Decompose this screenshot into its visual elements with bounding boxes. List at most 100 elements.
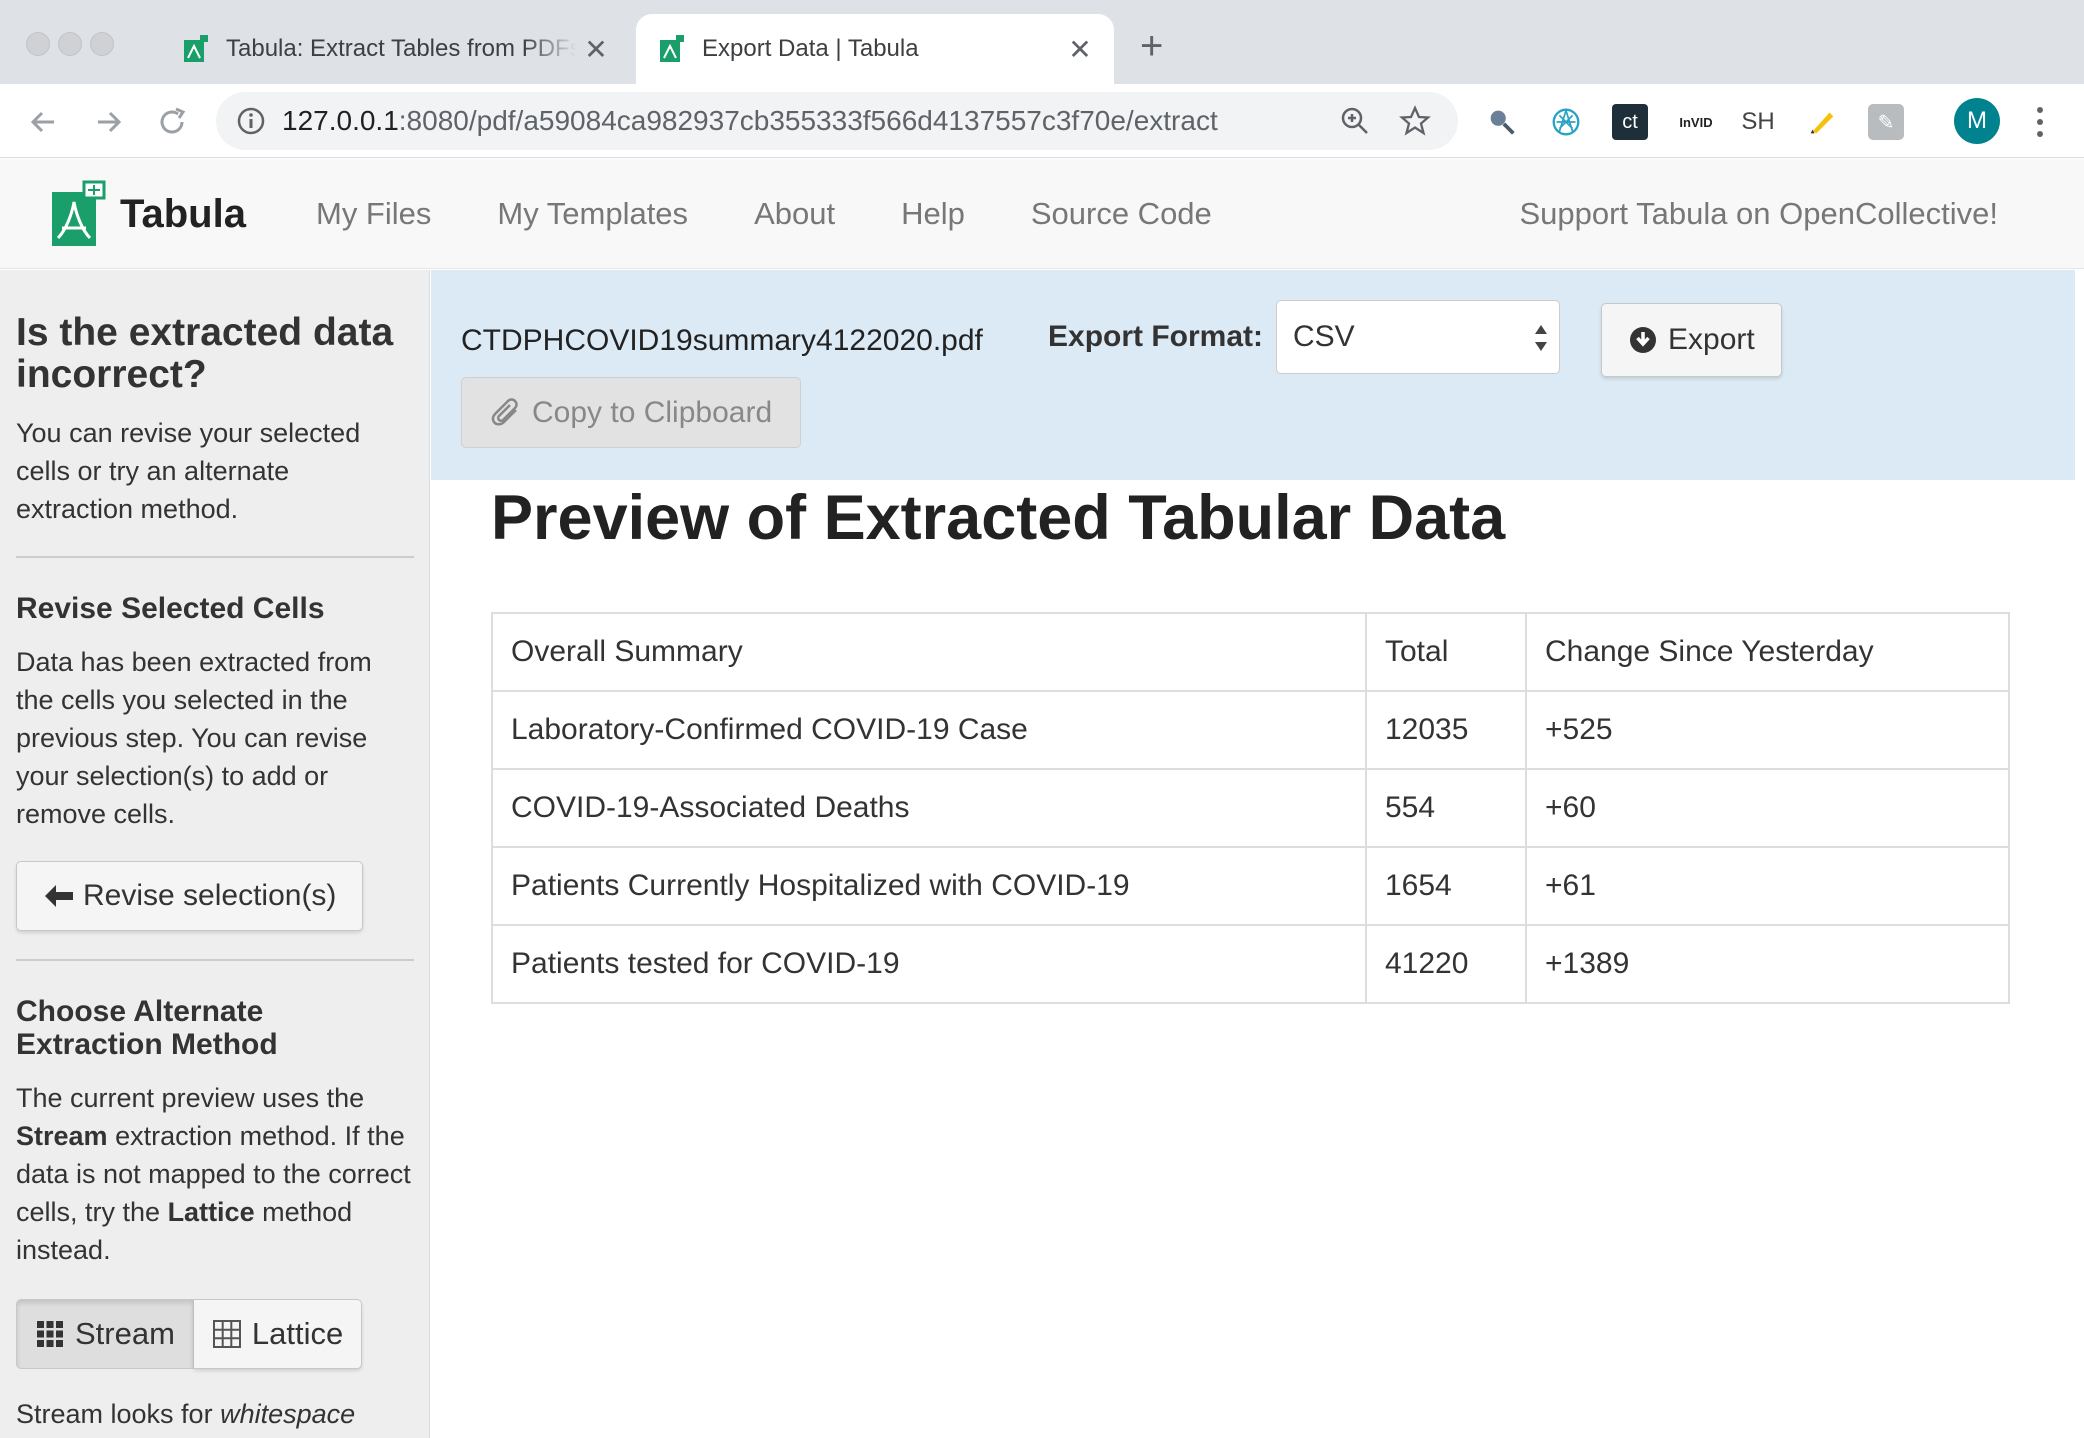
browser-tab-export-data[interactable]: Export Data | Tabula ✕ [636,14,1114,84]
info-icon[interactable] [236,106,266,136]
tab-close-icon[interactable]: ✕ [576,33,616,66]
table-row: Patients Currently Hospitalized with COV… [491,846,2010,926]
stream-desc-part: Stream looks for [16,1399,213,1429]
paperclip-icon [491,397,518,425]
revise-selection-button[interactable]: Revise selection(s) [16,861,364,931]
tabula-logo-icon [52,180,106,246]
browser-toolbar: 127.0.0.1:8080/pdf/a59084ca982937cb35533… [0,84,2084,158]
new-tab-plus-icon[interactable]: + [1140,26,1163,66]
table-cell: Laboratory-Confirmed COVID-19 Case [491,690,1367,770]
export-format-select[interactable]: CSV [1276,300,1560,374]
nav-my-templates[interactable]: My Templates [497,196,688,232]
tab-title: Tabula: Extract Tables from PDFs [226,35,576,62]
extraction-method-toggle: Stream Lattice [16,1299,413,1369]
preview-title: Preview of Extracted Tabular Data [491,483,1506,553]
export-button-label: Export [1668,323,1755,356]
alt-method-text: The current preview uses the Stream extr… [16,1079,413,1269]
zoom-icon[interactable] [1338,104,1372,138]
window-close-dot[interactable] [26,32,50,56]
table-row: COVID-19-Associated Deaths 554 +60 [491,768,2010,848]
table-row: Patients tested for COVID-19 41220 +1389 [491,924,2010,1004]
select-arrows-icon [1535,325,1547,351]
alt-text-part: The current preview uses the [16,1083,365,1113]
export-format-value: CSV [1293,320,1355,353]
nav-links: My Files My Templates About Help Source … [283,159,1245,269]
tabula-favicon-icon [184,35,208,62]
forward-arrow-icon[interactable] [88,102,128,142]
divider [16,556,414,558]
url-path: :8080/pdf/a59084ca982937cb355333f566d413… [398,105,1218,136]
preview-table: Overall Summary Total Change Since Yesterd… [491,612,2010,1004]
download-circle-icon [1630,327,1656,353]
extension-magnifier-icon[interactable] [1484,104,1520,140]
tabula-favicon-icon [660,35,684,62]
nav-my-files[interactable]: My Files [316,196,431,232]
table-cell: 12035 [1365,690,1527,770]
copy-to-clipboard-button[interactable]: Copy to Clipboard [461,377,802,448]
grid-dots-icon [37,1321,63,1347]
browser-menu-icon[interactable] [2030,104,2050,140]
nav-source-code[interactable]: Source Code [1031,196,1212,232]
export-bar: CTDPHCOVID19summary4122020.pdf Export Fo… [431,270,2075,480]
window-zoom-dot[interactable] [90,32,114,56]
url-host: 127.0.0.1 [282,105,399,136]
arrow-left-icon [45,885,73,907]
table-cell: +525 [1525,690,2010,770]
table-cell: 1654 [1365,846,1527,926]
table-cell: Change Since Yesterday [1525,612,2010,692]
extension-highlighter-icon[interactable] [1804,104,1840,140]
sidebar: Is the extracted data incorrect? You can… [0,270,430,1438]
revise-button-label: Revise selection(s) [83,879,337,912]
extension-invid-icon[interactable]: InVID [1672,104,1720,140]
extension-network-icon[interactable] [1548,104,1584,140]
lattice-label: Lattice [251,1316,344,1351]
app-navbar: Tabula My Files My Templates About Help … [0,159,2084,269]
table-cell: COVID-19-Associated Deaths [491,768,1367,848]
browser-tab-bar: Tabula: Extract Tables from PDFs ✕ Expor… [0,0,2084,84]
lattice-emphasis: Lattice [167,1197,255,1227]
table-cell: Total [1365,612,1527,692]
table-cell: Overall Summary [491,612,1367,692]
sidebar-heading: Is the extracted data incorrect? [16,311,394,396]
tab-title: Export Data | Tabula [702,35,919,62]
reload-icon[interactable] [152,102,192,142]
stream-method-button[interactable]: Stream [16,1299,194,1369]
table-grid-icon [212,1320,241,1348]
table-cell: +61 [1525,846,2010,926]
profile-avatar[interactable]: M [1954,98,2000,144]
sidebar-intro: You can revise your selected cells or tr… [16,418,361,524]
lattice-method-button[interactable]: Lattice [193,1299,363,1369]
bookmark-star-icon[interactable] [1398,104,1432,138]
whitespace-emphasis: whitespace [220,1399,356,1429]
address-bar[interactable]: 127.0.0.1:8080/pdf/a59084ca982937cb35533… [216,92,1458,150]
export-button[interactable]: Export [1601,303,1782,377]
back-arrow-icon[interactable] [24,102,64,142]
stream-description: Stream looks for whitespace [16,1395,413,1433]
url-text: 127.0.0.1:8080/pdf/a59084ca982937cb35533… [282,105,1338,137]
copy-button-label: Copy to Clipboard [532,395,773,429]
extension-sh-icon[interactable]: SH [1740,104,1776,140]
window-minimize-dot[interactable] [58,32,82,56]
table-cell: +60 [1525,768,2010,848]
revise-text: Data has been extracted from the cells y… [16,647,372,829]
table-cell: Patients tested for COVID-19 [491,924,1367,1004]
brand-name: Tabula [120,191,246,236]
table-row: Laboratory-Confirmed COVID-19 Case 12035 +… [491,690,2010,770]
extension-ct-icon[interactable]: ct [1612,104,1648,140]
nav-support-link[interactable]: Support Tabula on OpenCollective! [1519,159,1998,269]
nav-about[interactable]: About [754,196,835,232]
table-cell: 41220 [1365,924,1527,1004]
stream-label: Stream [75,1316,175,1351]
table-cell: +1389 [1525,924,2010,1004]
brand-link[interactable]: Tabula [50,179,246,249]
extension-grey-icon[interactable]: ✎ [1868,104,1904,140]
tab-close-icon[interactable]: ✕ [1060,33,1100,66]
pdf-filename: CTDPHCOVID19summary4122020.pdf [461,324,983,357]
export-format-label: Export Format: [1048,320,1264,353]
browser-tab-tabula-home[interactable]: Tabula: Extract Tables from PDFs ✕ [160,14,630,84]
table-row: Overall Summary Total Change Since Yesterd… [491,612,2010,692]
nav-help[interactable]: Help [901,196,965,232]
alt-method-heading: Choose Alternate Extraction Method [16,995,278,1061]
table-cell: 554 [1365,768,1527,848]
divider [16,959,414,961]
